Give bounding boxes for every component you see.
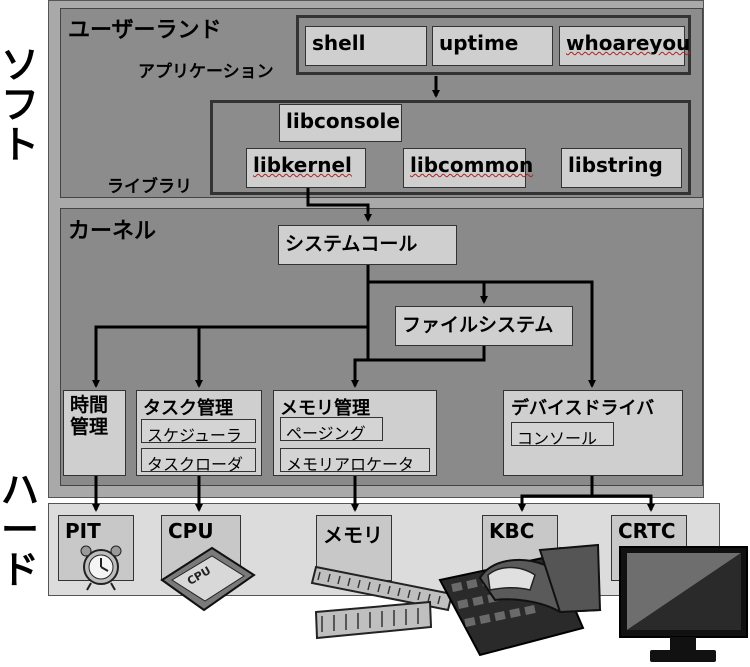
connector-syscall-right bbox=[368, 280, 596, 388]
connector-driver-down bbox=[518, 476, 594, 512]
connector-filesystem-memory bbox=[368, 346, 486, 362]
arrow-to-memory bbox=[351, 327, 370, 388]
monitor-icon bbox=[619, 546, 748, 662]
arrow-driver-to-crtc bbox=[592, 494, 655, 512]
cpu-chip-icon: CPU bbox=[160, 546, 256, 612]
connectors-and-illustrations: CPU bbox=[80, 76, 748, 662]
ram-stick-icon bbox=[310, 565, 454, 640]
connector-to-left-modules bbox=[92, 282, 370, 388]
arrow-libkernel-to-syscall bbox=[306, 188, 372, 222]
clock-icon bbox=[80, 545, 122, 591]
